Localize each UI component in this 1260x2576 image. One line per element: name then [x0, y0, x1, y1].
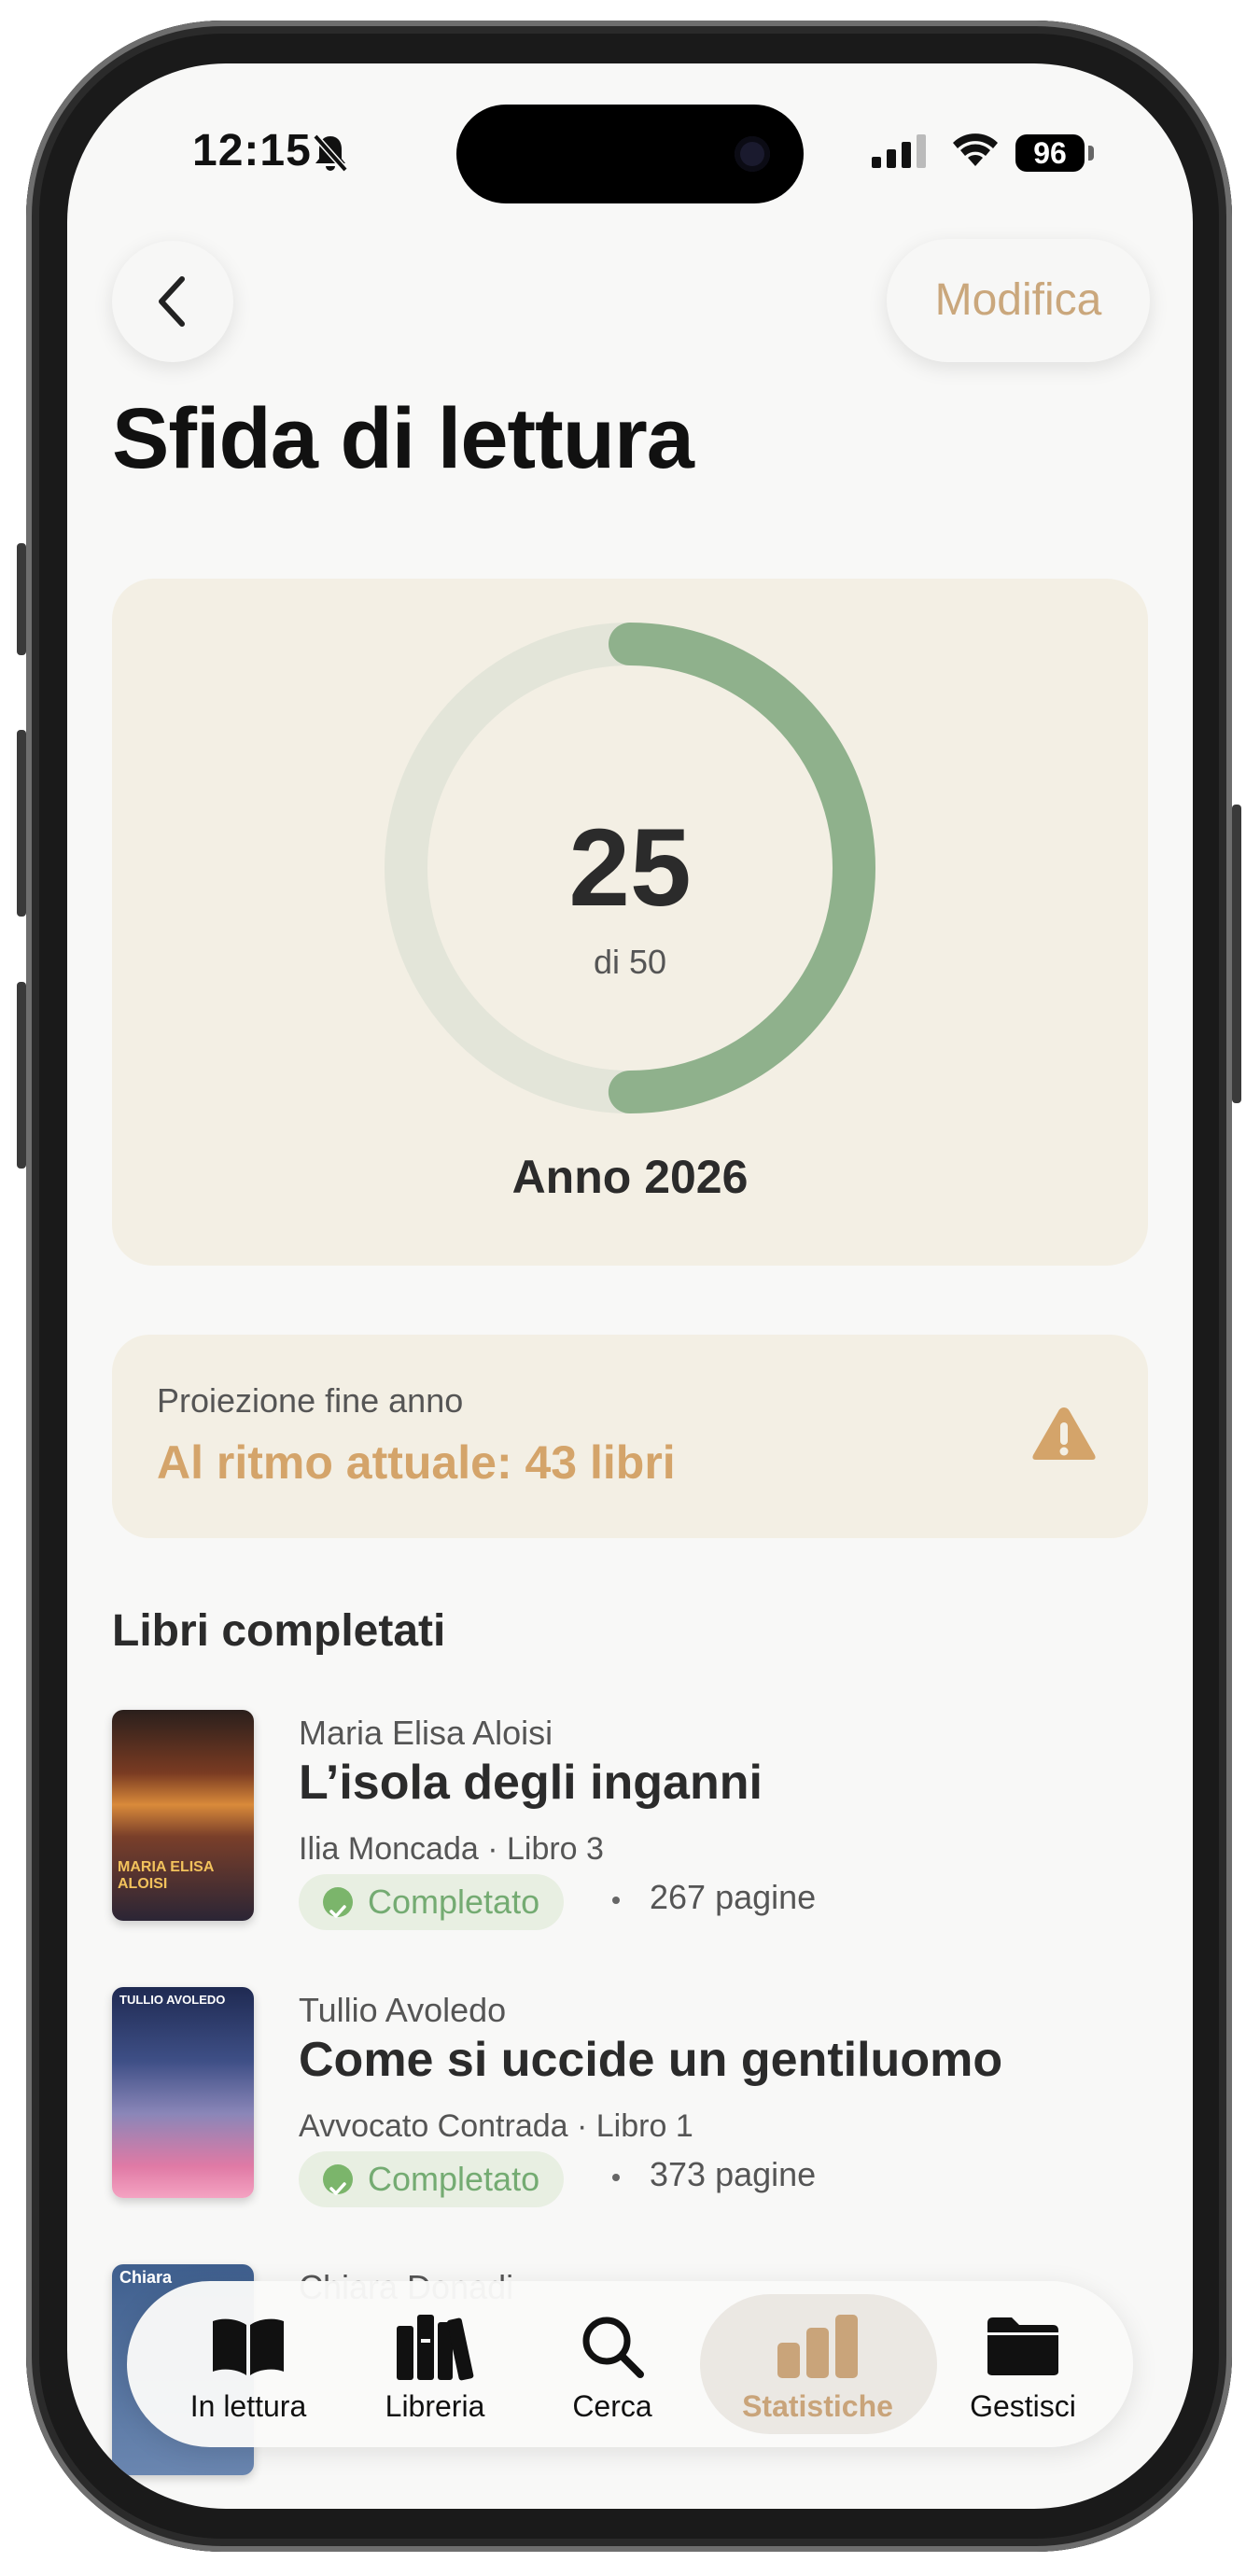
camera-icon [735, 136, 770, 172]
tab-libreria[interactable]: Libreria [351, 2281, 519, 2447]
dynamic-island [456, 105, 804, 203]
status-badge-label: Completato [368, 1883, 540, 1921]
book-author: Maria Elisa Aloisi [299, 1714, 553, 1752]
book-series: Ilia Moncada · Libro 3 [299, 1831, 604, 1867]
completed-section-title: Libri completati [112, 1606, 446, 1656]
tab-label: Gestisci [970, 2389, 1076, 2423]
book-row[interactable]: MARIA ELISA ALOISI Maria Elisa Aloisi L’… [112, 1710, 1148, 1930]
tab-label: Cerca [572, 2389, 652, 2423]
check-circle-icon [323, 1887, 353, 1918]
cover-text: MARIA ELISA ALOISI [118, 1859, 214, 1892]
tab-in-lettura[interactable]: In lettura [164, 2281, 332, 2447]
check-circle-icon [323, 2164, 353, 2195]
action-button [17, 543, 26, 655]
challenge-year: Anno 2026 [511, 1151, 749, 1203]
edit-button[interactable]: Modifica [887, 239, 1150, 362]
bell-slash-icon [313, 133, 348, 173]
status-badge: Completato [299, 2151, 565, 2207]
bar-chart-icon [777, 2315, 858, 2378]
wifi-icon [953, 133, 998, 166]
page-title: Sfida di lettura [112, 391, 694, 486]
book-title: Come si uccide un gentiluomo [299, 2033, 1003, 2087]
challenge-card: 25 di 50 Anno 2026 [112, 579, 1148, 1266]
separator-dot [612, 1897, 620, 1904]
status-badge: Completato [299, 1874, 565, 1930]
tab-cerca[interactable]: Cerca [538, 2281, 687, 2447]
books-goal-label: di 50 [593, 943, 667, 981]
app-screen: 12:15 96 Modifica Sfida di lettura 25 di… [67, 63, 1193, 2509]
books-read-count: 25 [568, 806, 692, 930]
cellular-signal-icon [872, 134, 926, 168]
chevron-left-icon [159, 276, 185, 327]
book-series: Avvocato Contrada · Libro 1 [299, 2108, 693, 2144]
tab-label: Libreria [385, 2389, 485, 2423]
separator-dot [612, 2174, 620, 2181]
cover-text: TULLIO AVOLEDO [119, 1993, 226, 2007]
book-pages: 267 pagine [650, 1878, 817, 1916]
tab-statistiche[interactable]: Statistiche [724, 2281, 911, 2447]
warning-icon [1032, 1407, 1096, 1460]
projection-value: Al ritmo attuale: 43 libri [157, 1436, 676, 1489]
status-badge-label: Completato [368, 2160, 540, 2198]
battery-nub [1088, 146, 1094, 161]
book-pages: 373 pagine [650, 2155, 817, 2193]
power-button [1232, 805, 1241, 1103]
volume-up-button [17, 730, 26, 917]
books-shelf-icon [397, 2315, 474, 2381]
tab-gestisci[interactable]: Gestisci [939, 2281, 1107, 2447]
book-cover: TULLIO AVOLEDO [112, 1987, 254, 2198]
back-button[interactable] [112, 241, 233, 362]
folder-icon [987, 2317, 1058, 2375]
tab-label: Statistiche [742, 2389, 893, 2423]
battery-indicator: 96 [1015, 134, 1085, 172]
tab-label: In lettura [189, 2389, 307, 2423]
volume-down-button [17, 982, 26, 1169]
open-book-icon [213, 2318, 284, 2375]
status-bar: 12:15 96 [67, 63, 1193, 250]
projection-label: Proiezione fine anno [157, 1381, 464, 1420]
status-time: 12:15 [192, 126, 312, 175]
tab-bar: In lettura Libreria Cerca Statistiche Ge… [127, 2281, 1133, 2447]
projection-card: Proiezione fine anno Al ritmo attuale: 4… [112, 1335, 1148, 1538]
book-row[interactable]: TULLIO AVOLEDO Tullio Avoledo Come si uc… [112, 1987, 1148, 2207]
search-icon [582, 2317, 644, 2378]
book-title: L’isola degli inganni [299, 1756, 763, 1810]
book-cover: MARIA ELISA ALOISI [112, 1710, 254, 1921]
book-author: Tullio Avoledo [299, 1991, 507, 2029]
